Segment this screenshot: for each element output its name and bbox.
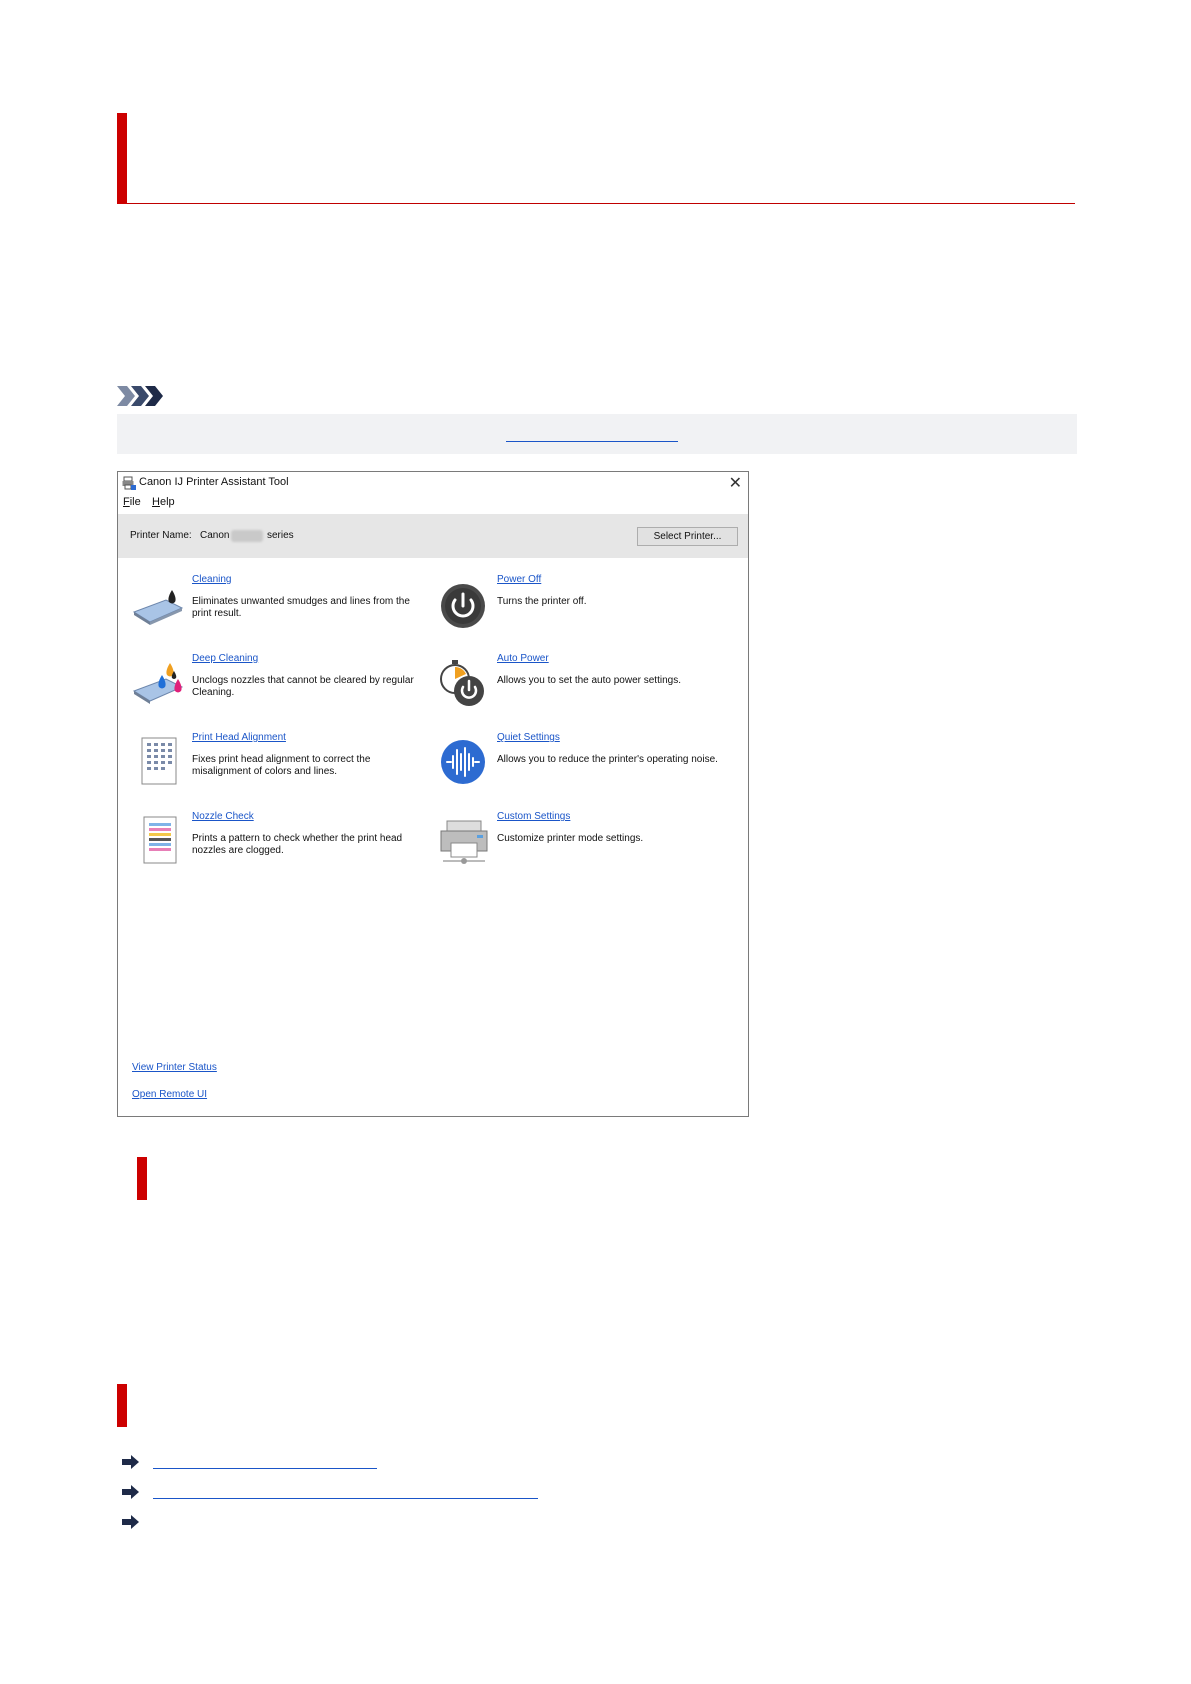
menu-help-accel: H [152,496,160,508]
related-topics-accent-bar [117,1384,127,1427]
deep-cleaning-description: Unclogs nozzles that cannot be cleared b… [192,675,414,698]
power-off-description: Turns the printer off. [497,596,587,607]
function-auto-power: Auto Power Allows you to set the auto po… [437,653,727,713]
auto-power-icon [440,660,484,706]
printer-series: series [267,530,294,541]
quiet-settings-icon [441,740,485,784]
arrow-right-icon [122,1455,139,1469]
quiet-settings-link[interactable]: Quiet Settings [497,732,560,743]
menu-bar [118,494,748,514]
power-off-icon [441,584,485,628]
function-power-off: Power Off Turns the printer off. [437,574,727,634]
nozzle-check-link[interactable]: Nozzle Check [192,811,254,822]
select-printer-button[interactable]: Select Printer... [637,527,738,546]
print-head-alignment-description: Fixes print head alignment to correct th… [192,754,371,777]
function-quiet-settings: Quiet Settings Allows you to reduce the … [437,732,727,792]
menu-help-label: elp [159,496,175,508]
menu-file[interactable]: File [123,496,141,508]
note-link[interactable] [506,441,678,442]
function-cleaning: Cleaning Eliminates unwanted smudges and… [132,574,422,634]
function-print-head-alignment: Print Head Alignment Fixes print head al… [132,732,422,792]
printer-brand: Canon [200,530,230,541]
cleaning-icon [132,590,184,625]
page-title-bar [117,113,1075,204]
arrow-right-icon [122,1485,139,1499]
printer-model-redacted [231,530,263,542]
auto-power-description: Allows you to set the auto power setting… [497,675,681,686]
print-head-alignment-icon [141,737,177,785]
quiet-settings-description: Allows you to reduce the printer's opera… [497,754,718,765]
deep-cleaning-link[interactable]: Deep Cleaning [192,653,258,664]
print-head-alignment-link[interactable]: Print Head Alignment [192,732,286,743]
nozzle-check-description: Prints a pattern to check whether the pr… [192,833,403,856]
note-icon [117,386,163,406]
custom-settings-link[interactable]: Custom Settings [497,811,570,822]
custom-settings-description: Customize printer mode settings. [497,833,644,844]
custom-settings-icon [440,820,488,864]
printer-assistant-window: Canon IJ Printer Assistant Tool ✕ File H… [117,471,749,1117]
power-off-link[interactable]: Power Off [497,574,541,585]
note-box [117,414,1077,454]
open-remote-ui-link[interactable]: Open Remote UI [132,1089,207,1100]
title-accent-bar [117,113,127,204]
auto-power-link[interactable]: Auto Power [497,653,549,664]
menu-help[interactable]: Help [152,496,175,508]
cleaning-link[interactable]: Cleaning [192,574,231,585]
close-icon[interactable]: ✕ [729,473,742,493]
arrow-right-icon [122,1515,139,1529]
function-deep-cleaning: Deep Cleaning Unclogs nozzles that canno… [132,653,422,713]
printer-app-icon [122,476,136,490]
view-printer-status-link[interactable]: View Printer Status [132,1062,217,1073]
function-nozzle-check: Nozzle Check Prints a pattern to check w… [132,811,422,871]
function-custom-settings: Custom Settings Customize printer mode s… [437,811,727,871]
menu-file-accel: F [123,496,130,508]
related-link-1[interactable] [153,1468,377,1469]
nozzle-check-icon [143,816,177,864]
menu-file-label: ile [129,496,141,508]
cleaning-description: Eliminates unwanted smudges and lines fr… [192,596,410,619]
deep-cleaning-icon [132,663,184,704]
related-link-2[interactable] [153,1498,538,1499]
section-accent-bar [137,1157,147,1200]
window-title: Canon IJ Printer Assistant Tool [139,476,289,488]
printer-name-label: Printer Name: [130,530,192,541]
